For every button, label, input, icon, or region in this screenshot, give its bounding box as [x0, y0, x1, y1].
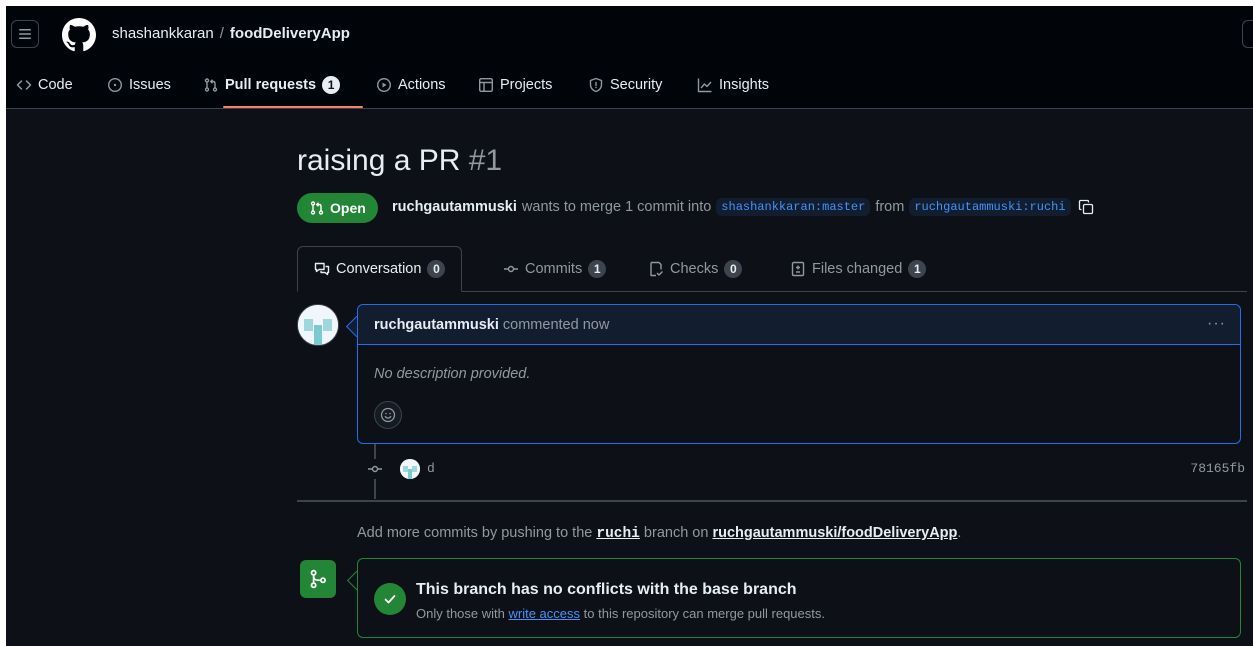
push-hint-middle: branch on	[643, 525, 709, 541]
merge-status-box: This branch has no conflicts with the ba…	[357, 558, 1241, 638]
tab-label: Conversation	[336, 261, 422, 277]
push-hint-suffix: .	[957, 525, 962, 541]
nav-tab-actions[interactable]: Actions	[376, 61, 446, 108]
pr-meta: ruchgautammuski wants to merge 1 commit …	[392, 198, 1094, 216]
tab-commits[interactable]: Commits 1	[503, 246, 607, 291]
git-pull-request-icon	[310, 201, 324, 215]
github-logo-icon[interactable]	[62, 18, 96, 52]
nav-tab-pull-requests[interactable]: Pull requests 1	[203, 61, 341, 108]
head-branch[interactable]: ruchgautammuski:ruchi	[909, 198, 1071, 216]
identicon-avatar-icon	[298, 305, 338, 345]
merge-sub-prefix: Only those with	[416, 606, 505, 621]
tab-count: 0	[724, 259, 743, 278]
author-link[interactable]: ruchgautammuski	[392, 199, 517, 215]
from-text: from	[875, 199, 905, 215]
repo-link[interactable]: ruchgautammuski/foodDeliveryApp	[712, 525, 957, 541]
pr-title-text: raising a PR	[297, 144, 461, 177]
tab-checks[interactable]: Checks 0	[648, 246, 743, 291]
tab-label: Commits	[525, 260, 583, 277]
status-label: Open	[330, 200, 366, 216]
breadcrumb: shashankkaran / foodDeliveryApp	[112, 25, 350, 42]
write-access-link[interactable]: write access	[509, 606, 581, 621]
checklist-icon	[650, 261, 663, 276]
nav-label: Actions	[398, 76, 446, 93]
repo-nav: Code Issues Pull requests 1 Actions Proj…	[6, 61, 1253, 109]
tab-conversation[interactable]: Conversation 0	[297, 246, 463, 292]
git-commit-icon	[504, 265, 518, 272]
tab-count: 1	[908, 259, 927, 278]
nav-label: Projects	[500, 76, 553, 93]
shield-icon	[589, 77, 603, 92]
graph-icon	[697, 78, 712, 92]
git-commit-icon	[368, 465, 382, 473]
search-button[interactable]	[1242, 20, 1253, 48]
nav-label: Issues	[129, 76, 171, 93]
breadcrumb-separator: /	[219, 25, 224, 42]
comment-discussion-icon	[314, 262, 330, 276]
git-merge-icon	[310, 569, 327, 589]
menu-button[interactable]	[11, 20, 39, 48]
commit-node	[365, 459, 385, 479]
merge-status-subtitle: Only those with write access to this rep…	[416, 606, 825, 621]
kebab-menu-icon[interactable]: ···	[1207, 315, 1226, 333]
identicon-avatar-icon	[400, 459, 420, 479]
nav-tab-issues[interactable]: Issues	[107, 61, 171, 108]
timeline-divider	[297, 500, 1247, 502]
status-badge: Open	[297, 193, 378, 223]
nav-tab-code[interactable]: Code	[16, 61, 73, 108]
git-pull-request-icon	[204, 77, 218, 92]
add-reaction-button[interactable]	[374, 401, 402, 429]
smiley-icon	[380, 407, 396, 423]
hamburger-icon	[19, 29, 31, 39]
push-hint: Add more commits by pushing to the ruchi…	[357, 525, 961, 542]
merge-text: wants to merge 1 commit into	[521, 199, 712, 215]
app-window: shashankkaran / foodDeliveryApp Code Issue…	[6, 6, 1253, 646]
issue-opened-icon	[107, 77, 123, 92]
comment-body: No description provided.	[374, 366, 531, 382]
table-icon	[479, 77, 494, 92]
tab-label: Files changed	[812, 260, 903, 277]
global-header: shashankkaran / foodDeliveryApp	[6, 6, 1253, 61]
branch-link[interactable]: ruchi	[596, 526, 640, 542]
tab-files-changed[interactable]: Files changed 1	[790, 246, 927, 291]
repo-name-link[interactable]: foodDeliveryApp	[230, 25, 350, 42]
tab-count: 0	[427, 260, 446, 278]
comment-timestamp: commented now	[502, 316, 610, 333]
check-circle	[374, 583, 406, 615]
merge-sub-suffix: to this repository can merge pull reques…	[583, 606, 825, 621]
nav-tab-insights[interactable]: Insights	[697, 61, 769, 108]
merge-status-icon-box	[300, 560, 336, 598]
file-diff-icon	[791, 261, 805, 276]
pull-requests-count-badge: 1	[322, 75, 341, 94]
nav-label: Security	[610, 76, 663, 93]
merge-status-title: This branch has no conflicts with the ba…	[416, 581, 797, 598]
nav-label: Pull requests	[225, 76, 317, 93]
comment-header: ruchgautammuski commented now ···	[358, 305, 1240, 345]
commit-author-avatar[interactable]	[400, 459, 420, 479]
code-icon	[16, 79, 32, 90]
page-title: raising a PR #1	[297, 144, 502, 178]
nav-label: Insights	[719, 76, 769, 93]
comment-author-link[interactable]: ruchgautammuski	[374, 317, 499, 333]
copy-icon[interactable]	[1078, 199, 1094, 215]
commit-message-link[interactable]: d	[427, 461, 435, 476]
pr-number: #1	[468, 144, 503, 177]
tab-count: 1	[588, 259, 607, 278]
base-branch[interactable]: shashankkaran:master	[716, 198, 871, 216]
tab-label: Checks	[670, 260, 719, 277]
active-tab-indicator	[223, 106, 363, 108]
check-icon	[384, 595, 396, 604]
avatar[interactable]	[297, 304, 339, 346]
repo-owner-link[interactable]: shashankkaran	[112, 25, 214, 42]
play-icon	[376, 77, 392, 92]
push-hint-prefix: Add more commits by pushing to the	[357, 525, 593, 541]
nav-tab-security[interactable]: Security	[588, 61, 662, 108]
nav-tab-projects[interactable]: Projects	[478, 61, 552, 108]
nav-label: Code	[38, 76, 73, 93]
comment-card: ruchgautammuski commented now ··· No des…	[357, 304, 1241, 444]
timeline-commit-item: d 78165fb	[365, 456, 1245, 482]
commit-sha-link[interactable]: 78165fb	[1190, 461, 1245, 476]
